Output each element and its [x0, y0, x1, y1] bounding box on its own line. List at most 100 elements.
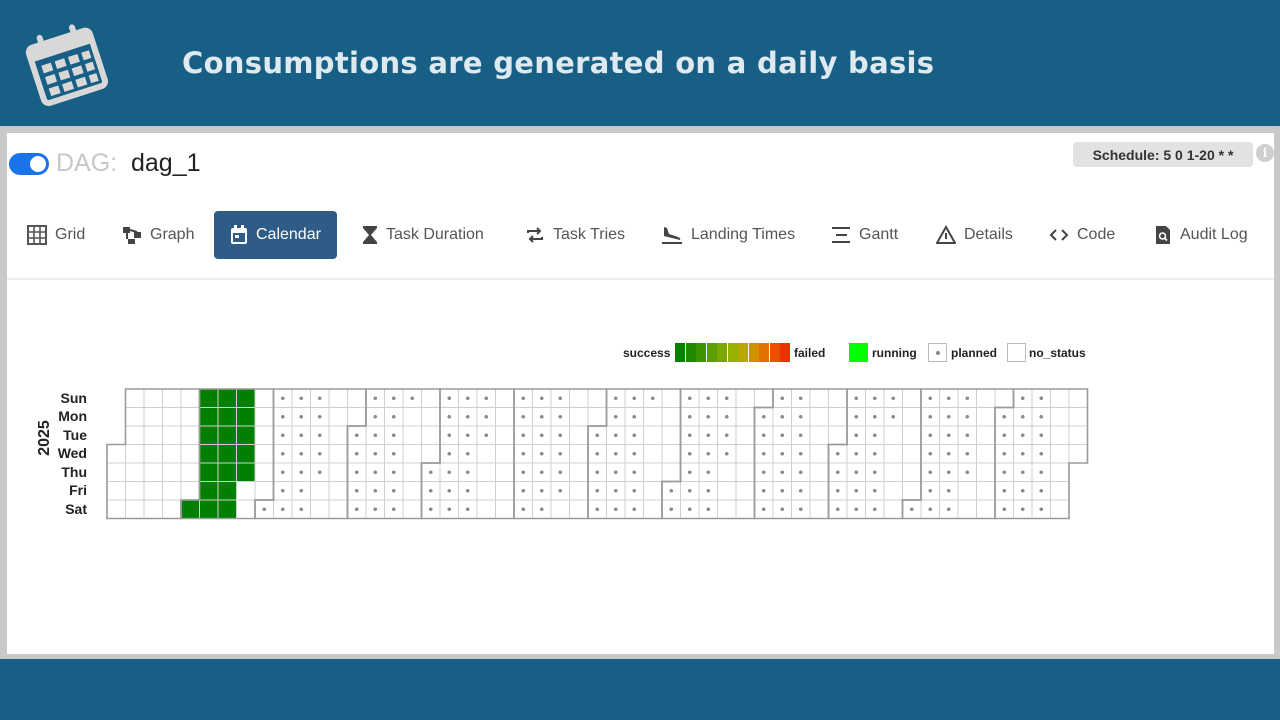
calendar-day-cell[interactable] [1068, 407, 1088, 427]
calendar-day-cell[interactable] [883, 462, 903, 482]
calendar-day-cell[interactable] [236, 462, 256, 482]
calendar-day-cell[interactable] [735, 425, 755, 445]
calendar-day-cell[interactable] [717, 462, 737, 482]
calendar-day-cell[interactable] [495, 388, 515, 408]
calendar-day-cell[interactable] [125, 444, 145, 464]
calendar-day-cell[interactable] [957, 481, 977, 501]
calendar-day-cell[interactable] [347, 407, 367, 427]
calendar-day-cell[interactable] [643, 425, 663, 445]
calendar-day-cell[interactable] [1050, 499, 1070, 519]
calendar-day-cell[interactable] [328, 462, 348, 482]
calendar-day-cell[interactable] [902, 481, 922, 501]
calendar-day-cell[interactable] [661, 444, 681, 464]
calendar-day-cell[interactable] [1050, 407, 1070, 427]
calendar-day-cell[interactable] [254, 444, 274, 464]
tab-task-tries[interactable]: Task Tries [525, 211, 625, 259]
calendar-day-cell[interactable] [809, 388, 829, 408]
tab-task-duration[interactable]: Task Duration [362, 211, 484, 259]
calendar-day-cell[interactable] [199, 481, 219, 501]
calendar-day-cell[interactable] [809, 499, 829, 519]
calendar-day-cell[interactable] [643, 462, 663, 482]
tab-calendar[interactable]: Calendar [214, 211, 337, 259]
calendar-day-cell[interactable] [236, 481, 256, 501]
calendar-day-cell[interactable] [643, 407, 663, 427]
calendar-day-cell[interactable] [809, 444, 829, 464]
calendar-day-cell[interactable] [1068, 388, 1088, 408]
calendar-day-cell[interactable] [976, 499, 996, 519]
calendar-day-cell[interactable] [754, 388, 774, 408]
calendar-day-cell[interactable] [495, 407, 515, 427]
calendar-day-cell[interactable] [162, 499, 182, 519]
calendar-day-cell[interactable] [569, 499, 589, 519]
calendar-day-cell[interactable] [495, 481, 515, 501]
calendar-day-cell[interactable] [1050, 444, 1070, 464]
calendar-day-cell[interactable] [735, 444, 755, 464]
calendar-day-cell[interactable] [661, 388, 681, 408]
calendar-day-cell[interactable] [569, 388, 589, 408]
calendar-day-cell[interactable] [217, 425, 237, 445]
calendar-day-cell[interactable] [143, 462, 163, 482]
calendar-day-cell[interactable] [236, 499, 256, 519]
calendar-day-cell[interactable] [143, 499, 163, 519]
calendar-day-cell[interactable] [717, 481, 737, 501]
calendar-day-cell[interactable] [143, 407, 163, 427]
calendar-day-cell[interactable] [199, 462, 219, 482]
calendar-day-cell[interactable] [199, 499, 219, 519]
calendar-day-cell[interactable] [125, 407, 145, 427]
tab-graph[interactable]: Graph [122, 211, 194, 259]
tab-code[interactable]: Code [1049, 211, 1115, 259]
calendar-day-cell[interactable] [735, 499, 755, 519]
calendar-day-cell[interactable] [809, 462, 829, 482]
calendar-day-cell[interactable] [125, 462, 145, 482]
calendar-day-cell[interactable] [328, 444, 348, 464]
calendar-day-cell[interactable] [902, 388, 922, 408]
calendar-day-cell[interactable] [828, 388, 848, 408]
calendar-day-cell[interactable] [402, 499, 422, 519]
calendar-day-cell[interactable] [476, 444, 496, 464]
calendar-day-cell[interactable] [328, 425, 348, 445]
calendar-day-cell[interactable] [476, 481, 496, 501]
calendar-day-cell[interactable] [217, 462, 237, 482]
calendar-day-cell[interactable] [976, 444, 996, 464]
calendar-day-cell[interactable] [976, 462, 996, 482]
calendar-day-cell[interactable] [976, 388, 996, 408]
calendar-day-cell[interactable] [643, 481, 663, 501]
calendar-day-cell[interactable] [976, 407, 996, 427]
calendar-day-cell[interactable] [421, 425, 441, 445]
calendar-day-cell[interactable] [402, 462, 422, 482]
calendar-day-cell[interactable] [217, 407, 237, 427]
calendar-day-cell[interactable] [902, 462, 922, 482]
calendar-day-cell[interactable] [495, 444, 515, 464]
calendar-day-cell[interactable] [328, 407, 348, 427]
calendar-day-cell[interactable] [569, 481, 589, 501]
calendar-day-cell[interactable] [106, 444, 126, 464]
calendar-day-cell[interactable] [1050, 462, 1070, 482]
calendar-day-cell[interactable] [809, 481, 829, 501]
calendar-day-cell[interactable] [254, 481, 274, 501]
calendar-day-cell[interactable] [143, 388, 163, 408]
tab-gantt[interactable]: Gantt [831, 211, 898, 259]
info-icon[interactable]: i [1256, 144, 1274, 162]
calendar-day-cell[interactable] [162, 444, 182, 464]
calendar-day-cell[interactable] [180, 462, 200, 482]
calendar-day-cell[interactable] [106, 462, 126, 482]
calendar-day-cell[interactable] [143, 425, 163, 445]
calendar-day-cell[interactable] [569, 462, 589, 482]
calendar-day-cell[interactable] [162, 481, 182, 501]
calendar-day-cell[interactable] [809, 425, 829, 445]
calendar-day-cell[interactable] [1068, 444, 1088, 464]
calendar-day-cell[interactable] [180, 444, 200, 464]
calendar-day-cell[interactable] [421, 444, 441, 464]
calendar-day-cell[interactable] [587, 407, 607, 427]
calendar-day-cell[interactable] [1050, 388, 1070, 408]
calendar-day-cell[interactable] [328, 388, 348, 408]
calendar-day-cell[interactable] [643, 499, 663, 519]
calendar-day-cell[interactable] [199, 425, 219, 445]
calendar-day-cell[interactable] [125, 425, 145, 445]
calendar-day-cell[interactable] [162, 425, 182, 445]
tab-details[interactable]: Details [936, 211, 1013, 259]
calendar-day-cell[interactable] [902, 444, 922, 464]
calendar-day-cell[interactable] [643, 444, 663, 464]
calendar-day-cell[interactable] [735, 407, 755, 427]
tab-audit-log[interactable]: Audit Log [1154, 211, 1248, 259]
